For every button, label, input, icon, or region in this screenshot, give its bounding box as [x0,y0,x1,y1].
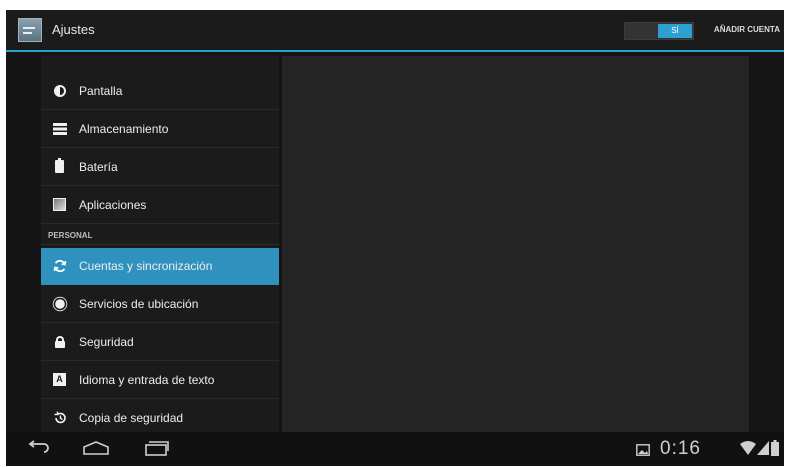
sidebar-item-almacenamiento[interactable]: Almacenamiento [41,111,279,148]
home-icon[interactable] [82,440,110,461]
sync-icon [53,259,67,273]
sidebar-item-label: Batería [79,160,118,174]
storage-icon [53,122,67,136]
sidebar-item-idioma[interactable]: A Idioma y entrada de texto [41,362,279,399]
sidebar-item-label: Almacenamiento [79,122,169,136]
sidebar-item-aplicaciones[interactable]: Aplicaciones [41,187,279,224]
sidebar-item-seguridad[interactable]: Seguridad [41,324,279,361]
signal-icon [757,441,769,460]
add-account-button[interactable]: AÑADIR CUENTA [714,25,780,34]
brightness-icon [53,84,67,98]
language-icon: A [53,373,67,387]
sidebar-item-label: Copia de seguridad [79,411,184,425]
sidebar-item-label: Seguridad [79,335,134,349]
sidebar-item-label: Aplicaciones [79,198,147,212]
sidebar-item-label: Servicios de ubicación [79,297,199,311]
sidebar-item-cuentas[interactable]: Cuentas y sincronización [41,248,279,285]
apps-icon [53,198,67,212]
action-bar: Ajustes SÍ AÑADIR CUENTA [6,10,784,52]
lock-icon [53,335,67,349]
backup-icon [53,411,67,425]
wifi-icon [740,441,756,460]
screenshot-notification-icon[interactable] [636,443,650,461]
sidebar-item-label: Pantalla [79,84,123,98]
toggle-label: SÍ [658,24,692,38]
right-gutter [749,52,784,432]
battery-status-icon [771,440,779,461]
system-nav-bar: 0:16 [6,432,784,466]
section-header-personal: PERSONAL [48,231,93,240]
sidebar-item-ubicacion[interactable]: Servicios de ubicación [41,286,279,323]
details-pane [282,56,749,432]
settings-app-icon[interactable] [18,18,42,42]
battery-icon [53,158,67,174]
settings-list: Pantalla Almacenamiento Batería Aplicaci… [41,52,279,432]
status-clock: 0:16 [660,438,701,459]
sidebar-item-label: Idioma y entrada de texto [79,373,215,387]
back-icon[interactable] [26,440,50,461]
recent-apps-icon[interactable] [144,440,170,461]
section-divider [41,244,279,245]
sidebar-item-pantalla[interactable]: Pantalla [41,73,279,110]
location-icon [53,297,67,311]
sidebar-item-label: Cuentas y sincronización [79,259,213,273]
tablet-screen: Ajustes SÍ AÑADIR CUENTA Pantalla Almace… [6,10,784,466]
app-title: Ajustes [52,22,95,37]
sidebar-item-bateria[interactable]: Batería [41,149,279,186]
accounts-sync-toggle[interactable]: SÍ [624,22,694,40]
